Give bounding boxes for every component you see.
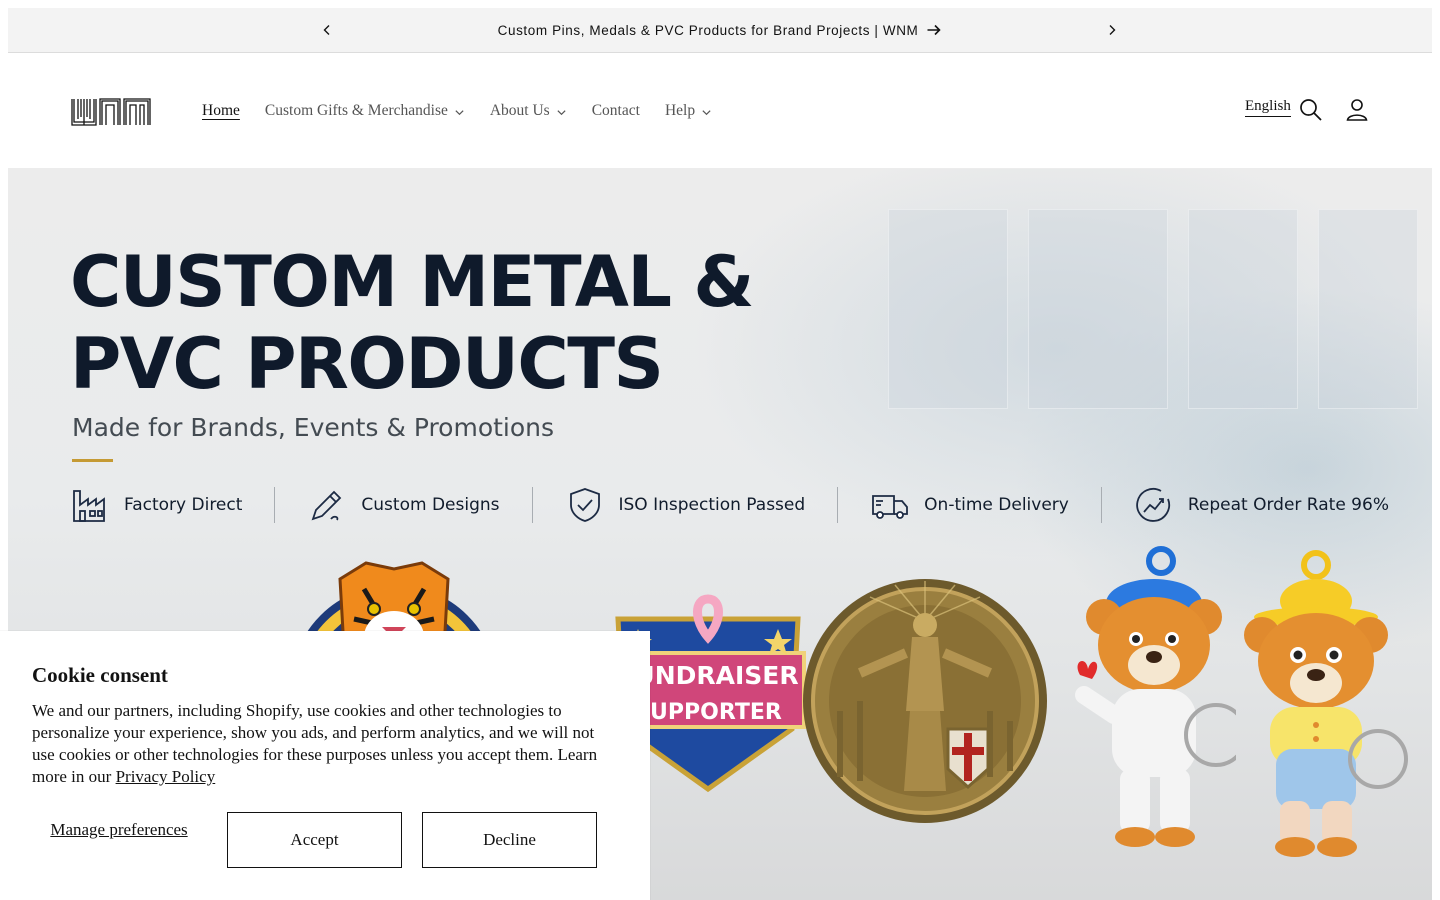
chevron-down-icon bbox=[702, 110, 711, 116]
nav-item-help[interactable]: Help bbox=[665, 96, 712, 126]
cookie-body: We and our partners, including Shopify, … bbox=[32, 700, 618, 788]
announcement-bar: Custom Pins, Medals & PVC Products for B… bbox=[8, 8, 1432, 53]
nav-label: Contact bbox=[591, 102, 640, 119]
feature-repeat-order: Repeat Order Rate 96% bbox=[1134, 483, 1389, 527]
background-window bbox=[1188, 209, 1298, 409]
feature-divider bbox=[531, 487, 533, 523]
chevron-down-icon bbox=[557, 110, 566, 116]
search-icon[interactable] bbox=[1298, 97, 1324, 123]
nav-item-custom-gifts[interactable]: Custom Gifts & Merchandise bbox=[265, 96, 465, 126]
wnm-logo[interactable] bbox=[70, 95, 152, 129]
feature-on-time-delivery: On-time Delivery bbox=[870, 483, 1069, 527]
cookie-title: Cookie consent bbox=[32, 663, 168, 687]
feature-label: Custom Designs bbox=[361, 495, 500, 515]
shield-check-icon bbox=[569, 488, 600, 522]
chevron-down-icon bbox=[455, 110, 464, 116]
nav-label: Home bbox=[202, 102, 240, 119]
feature-custom-designs: Custom Designs bbox=[307, 483, 500, 527]
nav-label: About Us bbox=[489, 102, 550, 119]
background-window bbox=[888, 209, 1008, 409]
bronze-medal-image bbox=[803, 579, 1047, 823]
feature-divider bbox=[1100, 487, 1102, 523]
cookie-consent-dialog: Cookie consent We and our partners, incl… bbox=[0, 631, 650, 900]
nav-label: Custom Gifts & Merchandise bbox=[264, 102, 448, 119]
factory-icon bbox=[73, 490, 105, 522]
background-window bbox=[1028, 209, 1168, 409]
feature-factory-direct: Factory Direct bbox=[70, 483, 242, 527]
hero-subtitle: Made for Brands, Events & Promotions bbox=[72, 413, 555, 442]
feature-strip: Factory Direct Custom Designs ISO Inspec… bbox=[70, 483, 1389, 527]
main-nav: Home Custom Gifts & Merchandise About Us… bbox=[202, 53, 737, 169]
hero-title: CUSTOM METAL & PVC PRODUCTS bbox=[70, 241, 754, 405]
decline-button[interactable]: Decline bbox=[422, 812, 597, 868]
pencil-icon bbox=[311, 490, 342, 521]
gold-divider bbox=[72, 459, 113, 462]
nav-item-about-us[interactable]: About Us bbox=[490, 96, 567, 126]
chevron-right-icon bbox=[1109, 25, 1116, 35]
announcement-link[interactable]: Custom Pins, Medals & PVC Products for B… bbox=[8, 8, 1432, 52]
arrow-right-icon bbox=[927, 24, 942, 36]
language-selector[interactable]: English bbox=[1245, 98, 1291, 117]
delivery-truck-icon bbox=[872, 495, 909, 519]
bear-keychain-blue-cap-image bbox=[1075, 546, 1236, 847]
nav-item-home[interactable]: Home bbox=[202, 96, 240, 126]
site-header: Home Custom Gifts & Merchandise About Us… bbox=[8, 53, 1432, 169]
feature-label: ISO Inspection Passed bbox=[618, 495, 806, 515]
nav-label: Help bbox=[664, 102, 696, 119]
feature-label: Factory Direct bbox=[124, 495, 243, 515]
cookie-actions: Manage preferences Accept Decline bbox=[32, 812, 598, 868]
feature-label: Repeat Order Rate 96% bbox=[1187, 495, 1389, 515]
bear-keychain-yellow-hat-image bbox=[1244, 550, 1408, 857]
privacy-policy-link[interactable]: Privacy Policy bbox=[116, 767, 216, 786]
fund-pin-line2: SUPPORTER bbox=[634, 700, 782, 725]
feature-label: On-time Delivery bbox=[924, 495, 1069, 515]
background-window bbox=[1318, 209, 1418, 409]
feature-divider bbox=[837, 487, 839, 523]
announcement-next-button[interactable] bbox=[1102, 20, 1122, 40]
feature-divider bbox=[274, 487, 276, 523]
accept-button[interactable]: Accept bbox=[227, 812, 402, 868]
growth-chart-icon bbox=[1136, 488, 1170, 522]
feature-iso-inspection: ISO Inspection Passed bbox=[565, 483, 806, 527]
manage-preferences-link[interactable]: Manage preferences bbox=[32, 820, 206, 840]
announcement-text: Custom Pins, Medals & PVC Products for B… bbox=[497, 22, 919, 38]
nav-item-contact[interactable]: Contact bbox=[592, 96, 640, 126]
account-icon[interactable] bbox=[1344, 97, 1370, 123]
